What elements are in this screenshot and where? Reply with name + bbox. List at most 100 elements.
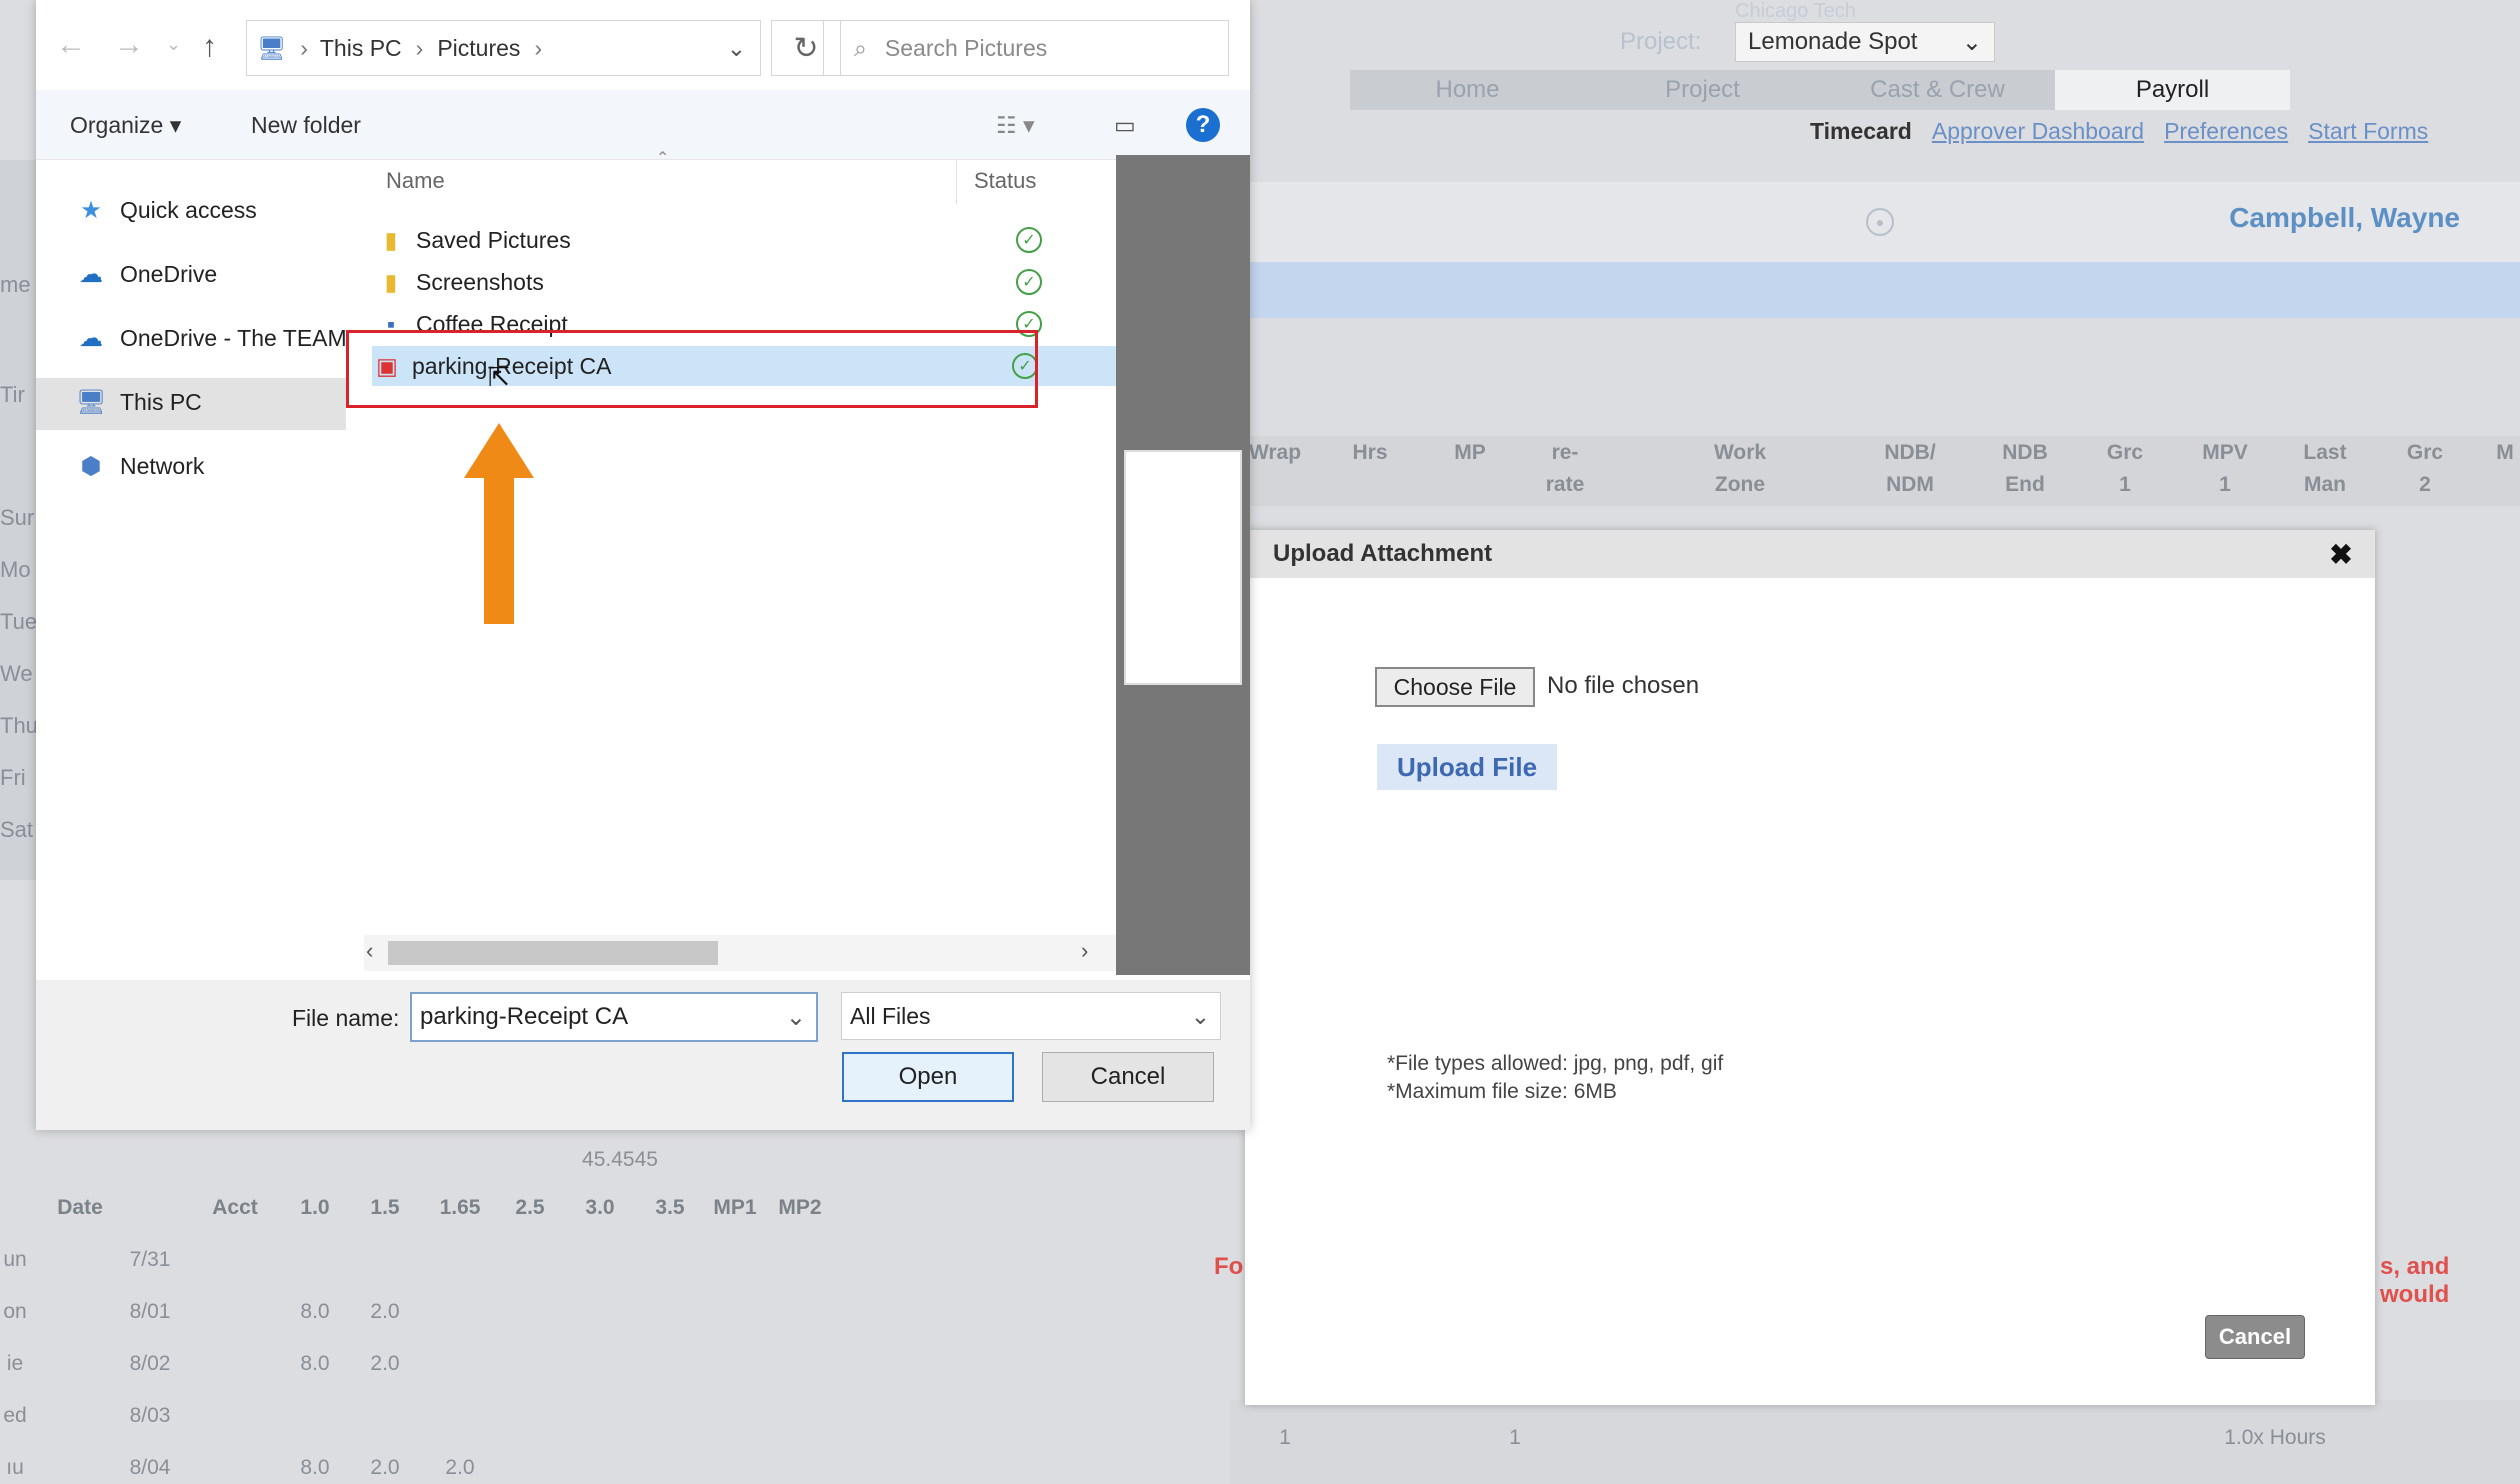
cancel-button[interactable]: Cancel: [2205, 1315, 2305, 1359]
file-row[interactable]: ▮ Screenshots ✓: [376, 262, 1146, 302]
file-open-dialog: ← → ⌄ ↑ 🖥 › This PC › Pictures › ⌄ ↻ ⌕ S…: [36, 0, 1250, 1130]
sidebar-item-label: This PC: [120, 389, 202, 415]
synced-check-icon: ✓: [1016, 227, 1042, 253]
project-select[interactable]: Lemonade Spot ⌄: [1735, 22, 1995, 62]
address-bar[interactable]: 🖥 › This PC › Pictures › ⌄: [246, 20, 761, 76]
history-dropdown-icon[interactable]: ⌄: [727, 35, 746, 62]
project-select-value: Lemonade Spot: [1748, 28, 1918, 55]
day-label: Fri: [0, 765, 26, 790]
project-label: Project:: [1620, 28, 1702, 55]
no-file-text: No file chosen: [1547, 672, 1700, 699]
upload-file-button[interactable]: Upload File: [1377, 744, 1557, 790]
cloud-icon: ☁: [79, 261, 103, 288]
synced-check-icon: ✓: [1016, 269, 1042, 295]
sidebar-item-quick-access[interactable]: ★ Quick access: [76, 196, 257, 225]
cloud-icon: ☁: [79, 325, 103, 352]
preview-pane-icon[interactable]: ▭: [1114, 112, 1136, 139]
chevron-down-icon[interactable]: ⌄: [166, 34, 181, 55]
column-header: Date: [57, 1196, 103, 1219]
column-header: 1.0: [300, 1196, 330, 1219]
row-day: ıu: [6, 1456, 24, 1479]
day-label: Sur: [0, 505, 35, 530]
scroll-left-icon[interactable]: ‹: [366, 938, 373, 964]
max-size-note: *Maximum file size: 6MB: [1387, 1080, 1617, 1103]
subnav-approver-dashboard[interactable]: Approver Dashboard: [1932, 118, 2144, 145]
subnav-start-forms[interactable]: Start Forms: [2308, 118, 2428, 145]
row-hours-165x: 2.0: [445, 1456, 475, 1479]
column-header: 3.0: [585, 1196, 615, 1219]
file-type-select[interactable]: All Files ⌄: [841, 992, 1221, 1040]
subnav-preferences[interactable]: Preferences: [2164, 118, 2288, 145]
row-date: 8/02: [129, 1352, 171, 1375]
new-folder-button[interactable]: New folder: [251, 112, 361, 139]
grid-header: NDB End: [2002, 441, 2048, 496]
sidebar-item-this-pc[interactable]: 🖥 This PC: [76, 388, 202, 417]
folder-icon: ▮: [384, 268, 398, 295]
organize-button[interactable]: Organize ▾: [70, 112, 181, 139]
chevron-right-icon: ›: [300, 34, 308, 61]
file-name-input[interactable]: parking-Receipt CA ⌄: [410, 992, 818, 1042]
horizontal-scroll-thumb[interactable]: [388, 941, 718, 965]
file-name-value: parking-Receipt CA: [420, 1003, 629, 1030]
open-button[interactable]: Open: [842, 1052, 1014, 1102]
vertical-scroll-thumb[interactable]: [1124, 450, 1242, 685]
sidebar-item-label: Network: [120, 453, 205, 479]
chevron-down-icon: ⌄: [1961, 28, 1982, 56]
breadcrumb-this-pc[interactable]: This PC: [320, 35, 402, 62]
search-placeholder: Search Pictures: [884, 34, 1048, 61]
expand-icon[interactable]: ●: [1866, 208, 1894, 236]
chevron-down-icon[interactable]: ⌄: [786, 1003, 806, 1032]
lower-cell: 1.0x Hours: [2224, 1426, 2326, 1449]
row-hours-1x: 8.0: [300, 1300, 330, 1323]
close-icon[interactable]: ✖: [2325, 538, 2357, 570]
sub-nav: Timecard Approver Dashboard Preferences …: [1810, 118, 2428, 145]
column-header-status[interactable]: Status: [974, 168, 1036, 194]
file-row[interactable]: ▮ Saved Pictures ✓: [376, 220, 1146, 260]
search-input[interactable]: ⌕ Search Pictures: [823, 20, 1229, 76]
forward-arrow-icon[interactable]: →: [114, 28, 144, 62]
breadcrumb-pictures[interactable]: Pictures: [437, 35, 520, 62]
view-options-icon[interactable]: ☷ ▾: [996, 112, 1035, 139]
cancel-button[interactable]: Cancel: [1042, 1052, 1214, 1102]
sidebar-item-network[interactable]: ⬢ Network: [76, 452, 205, 481]
column-header: 2.5: [515, 1196, 545, 1219]
sidebar-item-label: OneDrive - The TEAM: [120, 325, 347, 351]
tab-project[interactable]: Project: [1585, 70, 1820, 110]
chevron-right-icon: ›: [534, 34, 543, 61]
file-name-label: File name:: [292, 1005, 400, 1031]
star-icon: ★: [80, 197, 102, 224]
tab-payroll[interactable]: Payroll: [2055, 70, 2290, 110]
file-type-value: All Files: [850, 1002, 931, 1029]
row-day: ie: [6, 1352, 24, 1375]
up-arrow-icon[interactable]: ↑: [202, 30, 217, 64]
dialog-title: Upload Attachment: [1245, 530, 2375, 578]
project-header: Chicago Tech: [1735, 0, 1856, 22]
column-header-name[interactable]: Name: [386, 168, 445, 194]
orange-arrow-shaft: [484, 466, 514, 624]
sidebar-item-onedrive-team[interactable]: ☁ OneDrive - The TEAM: [76, 324, 347, 353]
subnav-timecard[interactable]: Timecard: [1810, 118, 1912, 145]
row-hours-1x: 8.0: [300, 1456, 330, 1479]
warning-text-fragment: s, and would: [2380, 1253, 2450, 1308]
warning-text-fragment: Fo: [1214, 1253, 1244, 1280]
tab-cast-crew[interactable]: Cast & Crew: [1820, 70, 2055, 110]
help-icon[interactable]: ?: [1186, 108, 1220, 142]
total-hours: 45.4545: [582, 1148, 658, 1171]
sort-up-icon: ⌃: [656, 150, 670, 167]
scroll-right-icon[interactable]: ›: [1081, 938, 1088, 964]
tab-home[interactable]: Home: [1350, 70, 1585, 110]
row-date: 8/03: [129, 1404, 171, 1427]
grid-header: MP: [1454, 441, 1486, 464]
grid-header: M: [2496, 441, 2514, 464]
column-divider[interactable]: [956, 160, 957, 204]
grid-header: Last Man: [2303, 441, 2347, 496]
back-arrow-icon[interactable]: ←: [56, 28, 86, 62]
computer-icon: 🖥: [76, 389, 107, 416]
row-hours-15x: 2.0: [370, 1300, 400, 1323]
day-label: Thu: [0, 713, 38, 738]
choose-file-button[interactable]: Choose File: [1375, 667, 1535, 707]
header-band: [1250, 262, 2520, 318]
row-day: ed: [3, 1404, 27, 1427]
sidebar-item-onedrive[interactable]: ☁ OneDrive: [76, 260, 217, 289]
lower-cell: 1: [1279, 1426, 1291, 1449]
